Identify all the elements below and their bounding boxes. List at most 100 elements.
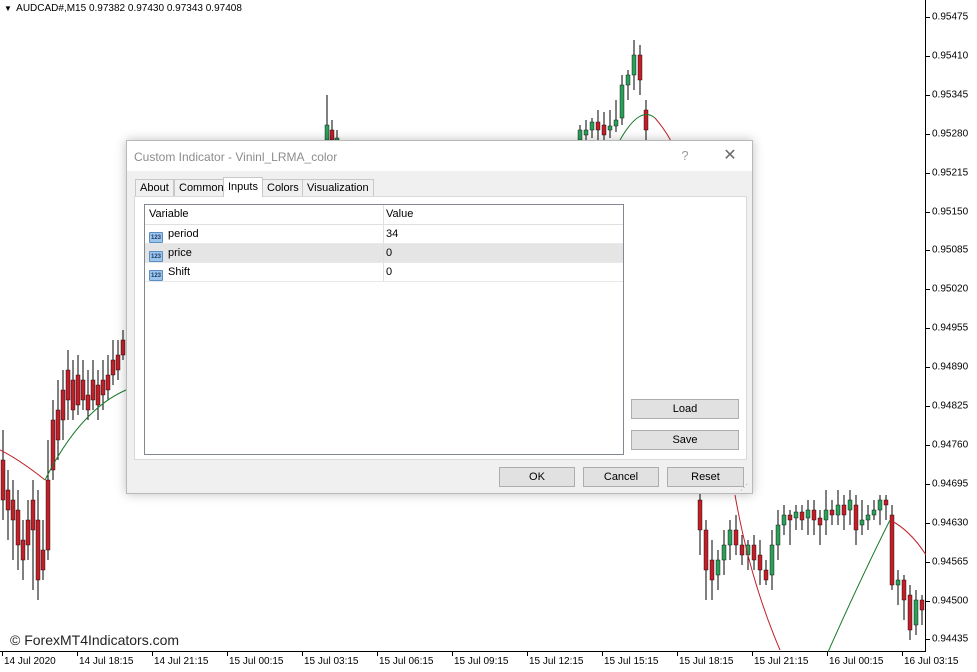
symbol-info: ▼ AUDCAD#,M15 0.97382 0.97430 0.97343 0.… (4, 3, 242, 14)
candlestick (889, 505, 895, 590)
parameters-table[interactable]: Variable Value 123 period 34 123 price 0 1… (144, 204, 624, 455)
time-tick (227, 652, 228, 656)
time-tick (2, 652, 3, 656)
value-cell[interactable]: 0 (386, 247, 392, 259)
time-tick (602, 652, 603, 656)
price-tick (926, 211, 930, 213)
table-header: Variable Value (145, 205, 623, 225)
candlestick (775, 510, 781, 560)
tab-about[interactable]: About (135, 179, 174, 196)
price-label: 0.94760 (932, 439, 969, 451)
time-label: 16 Jul 03:15 (904, 656, 959, 667)
ok-button[interactable]: OK (499, 467, 575, 487)
candlestick (324, 95, 330, 145)
time-tick (752, 652, 753, 656)
column-header-value[interactable]: Value (386, 208, 413, 220)
candlestick (709, 540, 715, 600)
candlestick (877, 495, 883, 525)
price-tick (926, 172, 930, 174)
value-cell[interactable]: 0 (386, 266, 392, 278)
integer-type-icon: 123 (149, 251, 163, 262)
candlestick (619, 75, 625, 125)
time-tick (77, 652, 78, 656)
candlestick (859, 500, 865, 535)
candlestick (75, 355, 81, 415)
price-label: 0.94890 (932, 361, 969, 373)
save-button[interactable]: Save (631, 430, 739, 450)
custom-indicator-dialog: Custom Indicator - Vininl_LRMA_color ? ✕… (126, 140, 753, 494)
candlestick (90, 360, 96, 410)
candlestick (45, 440, 51, 560)
price-tick (926, 522, 930, 524)
candlestick (697, 490, 703, 555)
dialog-titlebar[interactable]: Custom Indicator - Vininl_LRMA_color ? ✕ (127, 141, 752, 171)
price-tick (926, 639, 930, 641)
candlestick (781, 505, 787, 535)
price-label: 0.94565 (932, 556, 969, 568)
candlestick (715, 550, 721, 590)
reset-button[interactable]: Reset (667, 467, 744, 487)
candlestick (901, 575, 907, 620)
candlestick (805, 500, 811, 535)
price-label: 0.95475 (932, 11, 969, 23)
integer-type-icon: 123 (149, 232, 163, 243)
candlestick (85, 370, 91, 420)
price-tick (926, 561, 930, 563)
table-row-price[interactable]: 123 price 0 (145, 244, 623, 263)
candlestick (65, 350, 71, 420)
candlestick (757, 540, 763, 585)
candlestick (913, 590, 919, 635)
candlestick (811, 500, 817, 535)
variable-name: Shift (168, 266, 191, 278)
lrma-line (827, 519, 891, 652)
column-header-variable[interactable]: Variable (149, 208, 189, 220)
candlestick (835, 490, 841, 525)
tab-common[interactable]: Common (174, 179, 229, 196)
time-tick (152, 652, 153, 656)
close-button[interactable]: ✕ (719, 147, 741, 165)
candlestick (793, 505, 799, 530)
time-label: 15 Jul 00:15 (229, 656, 284, 667)
candlestick (25, 500, 31, 560)
candlestick (727, 520, 733, 560)
ohlc-values: 0.97382 0.97430 0.97343 0.97408 (88, 3, 242, 14)
time-scale[interactable]: 14 Jul 2020 14 Jul 18:15 14 Jul 21:15 15 Ju… (0, 652, 959, 672)
price-tick (926, 17, 930, 18)
candlestick (895, 570, 901, 605)
price-scale[interactable]: 0.95475 0.95410 0.95345 0.95280 0.95215 0.951… (926, 0, 977, 652)
cancel-button[interactable]: Cancel (583, 467, 659, 487)
price-label: 0.94825 (932, 400, 969, 412)
inputs-panel: Variable Value 123 period 34 123 price 0 1… (134, 196, 747, 460)
time-label: 14 Jul 2020 (4, 656, 56, 667)
table-row-shift[interactable]: 123 Shift 0 (145, 263, 623, 282)
tab-inputs[interactable]: Inputs (223, 177, 263, 197)
load-button[interactable]: Load (631, 399, 739, 419)
resize-grip-icon[interactable]: ⋰ (740, 483, 750, 493)
dialog-title: Custom Indicator - Vininl_LRMA_color (134, 150, 338, 164)
candlestick (721, 530, 727, 575)
candlestick (589, 118, 595, 138)
tab-colors[interactable]: Colors (262, 179, 304, 196)
candlestick (847, 490, 853, 525)
price-tick (926, 600, 930, 602)
variable-name: price (168, 247, 192, 259)
candlestick (80, 360, 86, 410)
price-label: 0.95215 (932, 167, 969, 179)
candlestick (787, 510, 793, 545)
price-label: 0.95085 (932, 244, 969, 256)
candlestick (637, 45, 643, 95)
candlestick (631, 40, 637, 90)
time-label: 15 Jul 03:15 (304, 656, 359, 667)
candlestick (841, 495, 847, 530)
help-button[interactable]: ? (675, 147, 695, 165)
price-tick (926, 55, 930, 57)
table-row-period[interactable]: 123 period 34 (145, 225, 623, 244)
time-label: 15 Jul 12:15 (529, 656, 584, 667)
price-tick (926, 444, 930, 446)
value-cell[interactable]: 34 (386, 228, 398, 240)
time-tick (827, 652, 828, 656)
tab-visualization[interactable]: Visualization (302, 179, 374, 196)
price-label: 0.94955 (932, 322, 969, 334)
candlestick (5, 470, 11, 540)
column-separator[interactable] (383, 205, 384, 224)
